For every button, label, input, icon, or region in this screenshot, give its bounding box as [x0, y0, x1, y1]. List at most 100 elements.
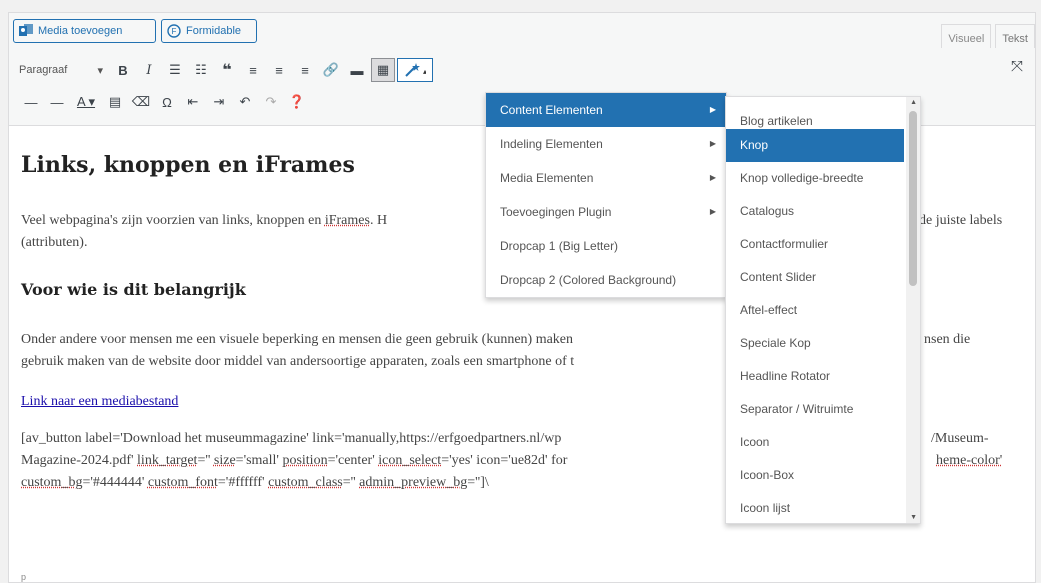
toolbar-row-1: Paragraaf B I ☰ ☷ ❝ ≡ ≡ ≡ 🔗 ▬ ▦ ▴ — [19, 56, 435, 84]
paste-text-icon[interactable]: ▤ — [103, 90, 127, 114]
submenu-item-separator[interactable]: Separator / Witruimte — [726, 393, 904, 426]
sc-link-target: link_target — [137, 453, 198, 468]
submenu-item-blog-artikelen[interactable]: Blog artikelen — [726, 97, 904, 129]
numbered-list-icon[interactable]: ☷ — [189, 58, 213, 82]
add-media-button[interactable]: Media toevoegen — [13, 19, 156, 43]
italic-button[interactable]: I — [137, 58, 161, 82]
sc-icon-select: icon_select — [378, 453, 442, 468]
shortcode-wand-button[interactable]: ▴ — [397, 58, 433, 82]
fullscreen-icon[interactable]: ⤧ — [1011, 58, 1023, 75]
content-heading: Links, knoppen en iFrames — [21, 152, 355, 178]
p2-tail: nsen die — [924, 332, 971, 347]
sc-custom-class: custom_class — [268, 475, 343, 490]
sc-l3c: ='' — [342, 475, 360, 490]
p1-tail: de juiste labels — [919, 213, 1003, 228]
format-select[interactable]: Paragraaf — [19, 64, 103, 77]
undo-icon[interactable]: ↶ — [233, 90, 257, 114]
shortcode-line1: [av_button label='Download het museummag… — [21, 431, 562, 446]
menu-item-label: Dropcap 1 (Big Letter) — [500, 239, 619, 253]
p1-text-a: Veel webpagina's zijn voorzien van links… — [21, 213, 325, 228]
scroll-up-icon[interactable]: ▲ — [910, 99, 917, 106]
sc-size: size — [213, 453, 236, 468]
text-color-icon[interactable]: A ▾ — [71, 90, 101, 114]
indent-icon[interactable]: ⇥ — [207, 90, 231, 114]
toolbar-toggle-icon[interactable]: ▦ — [371, 58, 395, 82]
bullet-list-icon[interactable]: ☰ — [163, 58, 187, 82]
menu-item-dropcap-1[interactable]: Dropcap 1 (Big Letter) — [486, 229, 726, 263]
sc-l2c: ='small' — [235, 453, 283, 468]
outdent-icon[interactable]: ⇤ — [181, 90, 205, 114]
submenu-item-icoon-lijst[interactable]: Icoon lijst — [726, 492, 904, 523]
help-icon[interactable]: ❓ — [285, 90, 309, 114]
align-left-icon[interactable]: ≡ — [241, 58, 265, 82]
redo-icon[interactable]: ↷ — [259, 90, 283, 114]
submenu-arrow-icon: ▶ — [709, 173, 716, 182]
sc-custom-bg: custom_bg — [21, 475, 83, 490]
read-more-icon[interactable]: ▬ — [345, 58, 369, 82]
sc-l2d: ='center' — [327, 453, 379, 468]
sc-l3d: ='']\ — [467, 475, 489, 490]
submenu-item-headline-rotator[interactable]: Headline Rotator — [726, 360, 904, 393]
scrollbar-thumb[interactable] — [909, 111, 917, 286]
menu-item-label: Dropcap 2 (Colored Background) — [500, 273, 677, 287]
p1-text-b: . H — [369, 213, 388, 228]
sc-l3b: ='#ffffff' — [217, 475, 269, 490]
formidable-button[interactable]: F Formidable — [161, 19, 257, 43]
content-heading-2: Voor wie is dit belangrijk — [21, 280, 246, 299]
submenu-item-icoon[interactable]: Icoon — [726, 426, 904, 459]
media-buttons-bar: Media toevoegen F Formidable — [8, 12, 1036, 48]
svg-text:▴: ▴ — [423, 67, 426, 76]
blockquote-icon[interactable]: ❝ — [215, 58, 239, 82]
menu-item-dropcap-2[interactable]: Dropcap 2 (Colored Background) — [486, 263, 726, 297]
submenu-arrow-icon: ▶ — [709, 207, 716, 216]
sc-l2e: ='yes' icon='ue82d' for — [441, 453, 568, 468]
submenu-item-knop-volledige-breedte[interactable]: Knop volledige-breedte — [726, 162, 904, 195]
status-path: p — [21, 572, 27, 582]
strikethrough-icon[interactable]: — — [19, 90, 43, 114]
align-center-icon[interactable]: ≡ — [267, 58, 291, 82]
toolbar-row-2: — ― A ▾ ▤ ⌫ Ω ⇤ ⇥ ↶ ↷ ❓ — [19, 88, 311, 116]
p1-line2: (attributen). — [21, 235, 88, 250]
submenu-item-content-slider[interactable]: Content Slider — [726, 261, 904, 294]
clear-formatting-icon[interactable]: ⌫ — [129, 90, 153, 114]
submenu-arrow-icon: ▶ — [709, 139, 716, 148]
sc-l2b: ='' — [197, 453, 214, 468]
submenu-item-icoon-box[interactable]: Icoon-Box — [726, 459, 904, 492]
special-character-icon[interactable]: Ω — [155, 90, 179, 114]
link-icon[interactable]: 🔗 — [319, 58, 343, 82]
submenu-item-aftel-effect[interactable]: Aftel-effect — [726, 294, 904, 327]
horizontal-line-icon[interactable]: ― — [45, 90, 69, 114]
p2-line2: gebruik maken van de website door middel… — [21, 354, 575, 369]
submenu-arrow-icon: ▶ — [709, 105, 716, 114]
shortcode-line1-tail: /Museum- — [931, 431, 989, 446]
sc-l3a: ='#444444' — [82, 475, 148, 490]
menu-item-media-elementen[interactable]: Media Elementen ▶ — [486, 161, 726, 195]
sc-admin-preview: admin_preview_bg — [359, 475, 468, 490]
scroll-down-icon[interactable]: ▼ — [910, 514, 917, 521]
menu-item-label: Media Elementen — [500, 171, 594, 185]
p2-line1: Onder andere voor mensen me een visuele … — [21, 332, 574, 347]
add-media-label: Media toevoegen — [38, 25, 123, 37]
sc-custom-font: custom_font — [147, 475, 218, 490]
menu-item-content-elementen[interactable]: Content Elementen ▶ — [486, 93, 726, 127]
submenu-scrollbar[interactable]: ▲ ▼ — [906, 97, 920, 523]
shortcode-menu: Content Elementen ▶ Indeling Elementen ▶ M… — [485, 92, 727, 298]
menu-item-label: Content Elementen — [500, 103, 603, 117]
sc-l2a: Magazine-2024.pdf' — [21, 453, 138, 468]
magic-wand-icon: ▴ — [405, 63, 426, 77]
sc-position: position — [282, 453, 328, 468]
menu-item-label: Toevoegingen Plugin — [500, 205, 612, 219]
menu-item-indeling-elementen[interactable]: Indeling Elementen ▶ — [486, 127, 726, 161]
formidable-label: Formidable — [186, 25, 242, 37]
submenu-item-contactformulier[interactable]: Contactformulier — [726, 228, 904, 261]
bold-button[interactable]: B — [111, 58, 135, 82]
media-icon — [19, 24, 33, 36]
submenu-item-knop[interactable]: Knop — [726, 129, 904, 162]
submenu-item-catalogus[interactable]: Catalogus — [726, 195, 904, 228]
submenu-item-speciale-kop[interactable]: Speciale Kop — [726, 327, 904, 360]
content-elements-submenu: Blog artikelen Knop Knop volledige-breed… — [725, 96, 921, 524]
submenu-list: Blog artikelen Knop Knop volledige-breed… — [726, 97, 906, 523]
svg-text:F: F — [172, 27, 177, 36]
align-right-icon[interactable]: ≡ — [293, 58, 317, 82]
menu-item-toevoegingen-plugin[interactable]: Toevoegingen Plugin ▶ — [486, 195, 726, 229]
